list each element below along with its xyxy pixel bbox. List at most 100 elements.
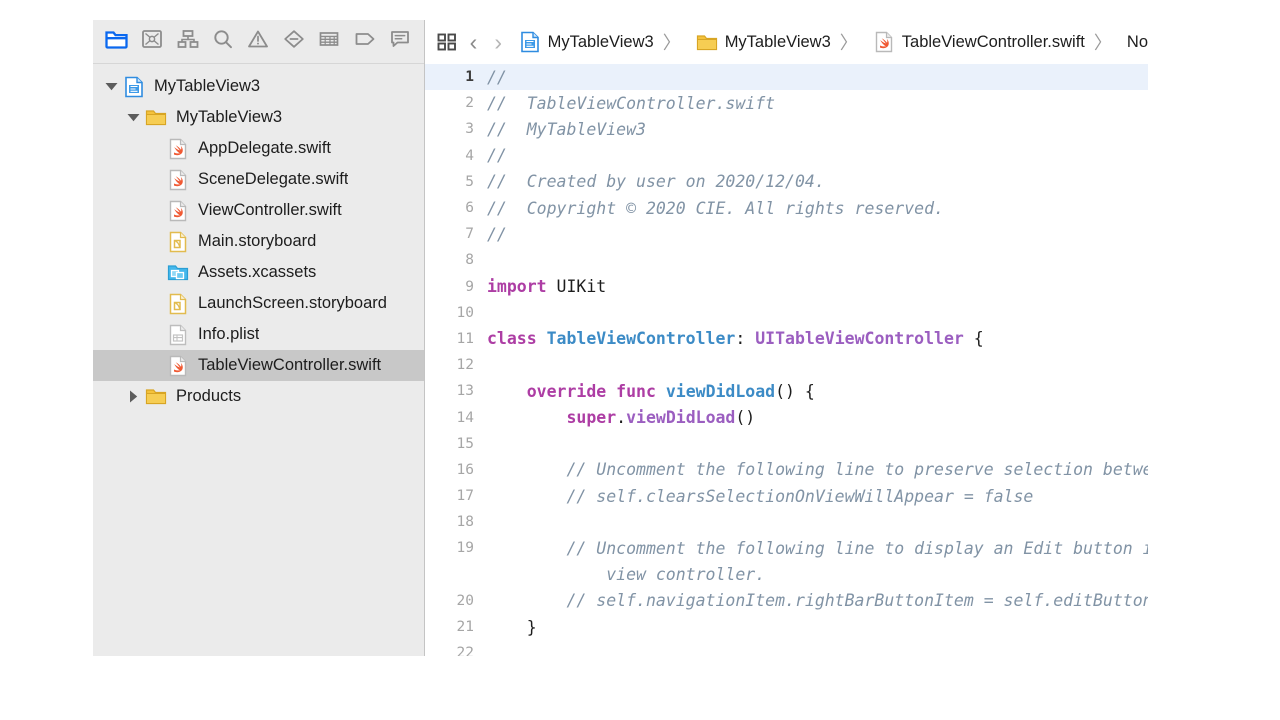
tree-item[interactable]: MyTableView3	[93, 71, 424, 102]
code-token: // Uncomment the following line to prese…	[487, 460, 1148, 479]
code-token	[537, 329, 547, 348]
tree-item[interactable]: TableViewController.swift	[93, 350, 424, 381]
navigator-tab-source-control-navigator[interactable]	[134, 27, 169, 57]
line-number: 5	[425, 174, 487, 190]
swift-file-icon	[167, 138, 189, 160]
source-code-view[interactable]: 1//2// TableViewController.swift3// MyTa…	[425, 64, 1148, 656]
breadcrumb-item[interactable]: MyTableView3	[696, 31, 831, 53]
line-number: 2	[425, 95, 487, 111]
code-line-text: // Uncomment the following line to prese…	[487, 460, 1148, 479]
xcode-window: MyTableView3 MyTableView3 AppDelegate.sw…	[93, 20, 1148, 656]
tree-item-label: Info.plist	[198, 325, 259, 344]
plist-file-icon	[167, 324, 189, 346]
code-token: override func	[527, 382, 656, 401]
code-line[interactable]: 2// TableViewController.swift	[425, 90, 1148, 116]
navigator-tab-project-navigator[interactable]	[99, 27, 134, 57]
tree-item[interactable]: ViewController.swift	[93, 195, 424, 226]
code-token: // Copyright © 2020 CIE. All rights rese…	[487, 199, 944, 218]
code-line[interactable]: 16 // Uncomment the following line to pr…	[425, 457, 1148, 483]
code-line[interactable]: 6// Copyright © 2020 CIE. All rights res…	[425, 195, 1148, 221]
navigator-tab-test-navigator[interactable]	[276, 27, 311, 57]
tree-item[interactable]: Assets.xcassets	[93, 257, 424, 288]
breadcrumb-item-label: MyTableView3	[725, 33, 831, 52]
code-line[interactable]: 19 // Uncomment the following line to di…	[425, 535, 1148, 561]
swift-file-icon	[167, 355, 189, 377]
code-line[interactable]: 10	[425, 300, 1148, 326]
code-token: :	[735, 329, 755, 348]
code-token	[656, 382, 666, 401]
folder-yellow-icon	[145, 107, 167, 129]
code-line[interactable]: view controller.	[425, 562, 1148, 588]
code-token: viewDidLoad	[626, 408, 735, 427]
code-line-text: class TableViewController: UITableViewCo…	[487, 329, 1148, 348]
breadcrumb-item[interactable]: MyTableView3	[519, 31, 654, 53]
tree-item[interactable]: Main.storyboard	[93, 226, 424, 257]
code-line[interactable]: 1//	[425, 64, 1148, 90]
tree-item[interactable]: AppDelegate.swift	[93, 133, 424, 164]
code-line[interactable]: 12	[425, 352, 1148, 378]
tree-item-label: Products	[176, 387, 241, 406]
navigate-back-button[interactable]: ‹	[461, 29, 486, 56]
code-line[interactable]: 18	[425, 509, 1148, 535]
navigator-tab-debug-navigator[interactable]	[312, 27, 347, 57]
code-line[interactable]: 4//	[425, 143, 1148, 169]
tree-item-label: Assets.xcassets	[198, 263, 316, 282]
editor-pane: ‹ › MyTableView3〉 MyTableView3〉 TableVie…	[425, 20, 1148, 656]
code-line[interactable]: 14 super.viewDidLoad()	[425, 404, 1148, 430]
line-number: 4	[425, 148, 487, 164]
navigator-tab-report-navigator[interactable]	[383, 27, 418, 57]
line-number: 21	[425, 619, 487, 635]
code-line-text: // Uncomment the following line to displ…	[487, 539, 1148, 558]
code-token	[487, 408, 566, 427]
code-line[interactable]: 11class TableViewController: UITableView…	[425, 326, 1148, 352]
chevron-down-icon[interactable]	[103, 82, 120, 91]
tree-item[interactable]: MyTableView3	[93, 102, 424, 133]
breadcrumb-separator: 〉	[840, 29, 858, 55]
code-line[interactable]: 17 // self.clearsSelectionOnViewWillAppe…	[425, 483, 1148, 509]
code-line[interactable]: 13 override func viewDidLoad() {	[425, 378, 1148, 404]
line-number: 8	[425, 252, 487, 268]
line-number: 1	[425, 69, 487, 85]
code-line[interactable]: 7//	[425, 221, 1148, 247]
grid-toggle-icon[interactable]	[433, 32, 461, 52]
chevron-down-icon[interactable]	[125, 113, 142, 122]
code-line[interactable]: 8	[425, 247, 1148, 273]
code-line[interactable]: 3// MyTableView3	[425, 116, 1148, 142]
code-token: ()	[735, 408, 755, 427]
tree-item[interactable]: Info.plist	[93, 319, 424, 350]
code-line[interactable]: 15	[425, 431, 1148, 457]
line-number: 11	[425, 331, 487, 347]
tree-item[interactable]: SceneDelegate.swift	[93, 164, 424, 195]
line-number: 17	[425, 488, 487, 504]
code-line-text: //	[487, 225, 1148, 244]
project-file-tree[interactable]: MyTableView3 MyTableView3 AppDelegate.sw…	[93, 64, 424, 656]
tree-item-label: AppDelegate.swift	[198, 139, 331, 158]
navigate-forward-button[interactable]: ›	[486, 29, 511, 56]
code-line-text: //	[487, 68, 1148, 87]
code-line[interactable]: 5// Created by user on 2020/12/04.	[425, 169, 1148, 195]
code-token: //	[487, 68, 507, 87]
navigator-tab-symbol-navigator[interactable]	[170, 27, 205, 57]
breadcrumb[interactable]: ‹ › MyTableView3〉 MyTableView3〉 TableVie…	[425, 20, 1148, 64]
code-line[interactable]: 20 // self.navigationItem.rightBarButton…	[425, 588, 1148, 614]
breadcrumb-item[interactable]: No	[1127, 33, 1148, 52]
tree-item[interactable]: Products	[93, 381, 424, 412]
code-token: UIKit	[547, 277, 607, 296]
code-token: class	[487, 329, 537, 348]
code-token: super	[566, 408, 616, 427]
tree-item[interactable]: LaunchScreen.storyboard	[93, 288, 424, 319]
swift-file-icon	[167, 200, 189, 222]
code-line[interactable]: 21 }	[425, 614, 1148, 640]
navigator-tab-issue-navigator[interactable]	[241, 27, 276, 57]
code-token: // Uncomment the following line to displ…	[487, 539, 1148, 558]
code-line[interactable]: 22	[425, 640, 1148, 656]
code-line-text: view controller.	[487, 565, 1148, 584]
breadcrumb-item[interactable]: TableViewController.swift	[873, 31, 1085, 53]
tree-item-label: TableViewController.swift	[198, 356, 381, 375]
code-line-text: // self.navigationItem.rightBarButtonIte…	[487, 591, 1148, 610]
code-line[interactable]: 9import UIKit	[425, 274, 1148, 300]
chevron-right-icon[interactable]	[125, 390, 142, 403]
navigator-tab-breakpoint-navigator[interactable]	[347, 27, 382, 57]
navigator-tab-find-navigator[interactable]	[205, 27, 240, 57]
folder-yellow-icon	[145, 386, 167, 408]
